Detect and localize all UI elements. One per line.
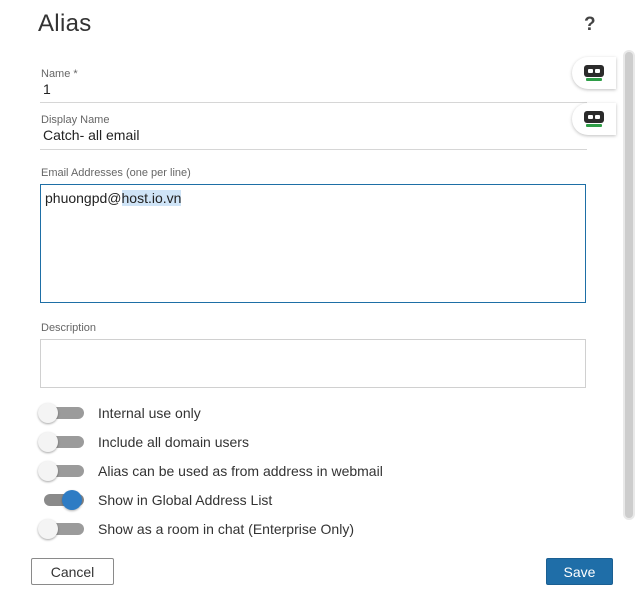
alias-dialog: Alias ? Name * 1 Display Name Catch- all…	[0, 0, 642, 606]
scrollbar[interactable]	[623, 50, 635, 520]
display-name-label: Display Name	[41, 114, 110, 126]
include-domain-users-toggle[interactable]	[38, 432, 86, 452]
email-addresses-label: Email Addresses (one per line)	[41, 167, 191, 179]
chat-room-toggle[interactable]	[38, 519, 86, 539]
toggle-row-internal-use: Internal use only	[38, 402, 201, 424]
internal-use-label: Internal use only	[98, 405, 201, 421]
internal-use-toggle[interactable]	[38, 403, 86, 423]
from-address-toggle[interactable]	[38, 461, 86, 481]
global-address-list-label: Show in Global Address List	[98, 492, 273, 508]
description-label: Description	[41, 322, 97, 334]
display-name-bot-button[interactable]	[572, 103, 616, 135]
from-address-label: Alias can be used as from address in web…	[98, 463, 383, 479]
chat-room-label: Show as a room in chat (Enterprise Only)	[98, 521, 354, 537]
name-underline	[40, 102, 587, 103]
name-label: Name *	[41, 68, 78, 80]
global-address-list-toggle[interactable]	[38, 490, 86, 510]
email-addresses-textarea[interactable]	[40, 184, 586, 303]
description-textarea[interactable]	[40, 339, 586, 388]
display-name-underline	[40, 149, 587, 150]
scrollbar-thumb[interactable]	[625, 52, 633, 518]
save-button[interactable]: Save	[546, 558, 613, 585]
toggle-row-from-address: Alias can be used as from address in web…	[38, 460, 383, 482]
toggle-row-include-domain-users: Include all domain users	[38, 431, 249, 453]
cancel-button[interactable]: Cancel	[31, 558, 114, 585]
help-button[interactable]: ?	[584, 14, 596, 36]
bot-icon	[584, 111, 604, 127]
include-domain-users-label: Include all domain users	[98, 434, 249, 450]
display-name-input[interactable]: Catch- all email	[43, 127, 139, 143]
toggle-row-chat-room: Show as a room in chat (Enterprise Only)	[38, 518, 354, 540]
toggle-row-global-address-list: Show in Global Address List	[38, 489, 272, 511]
dialog-title: Alias	[38, 10, 92, 37]
bot-icon	[584, 65, 604, 81]
name-input[interactable]: 1	[43, 81, 51, 97]
name-bot-button[interactable]	[572, 57, 616, 89]
